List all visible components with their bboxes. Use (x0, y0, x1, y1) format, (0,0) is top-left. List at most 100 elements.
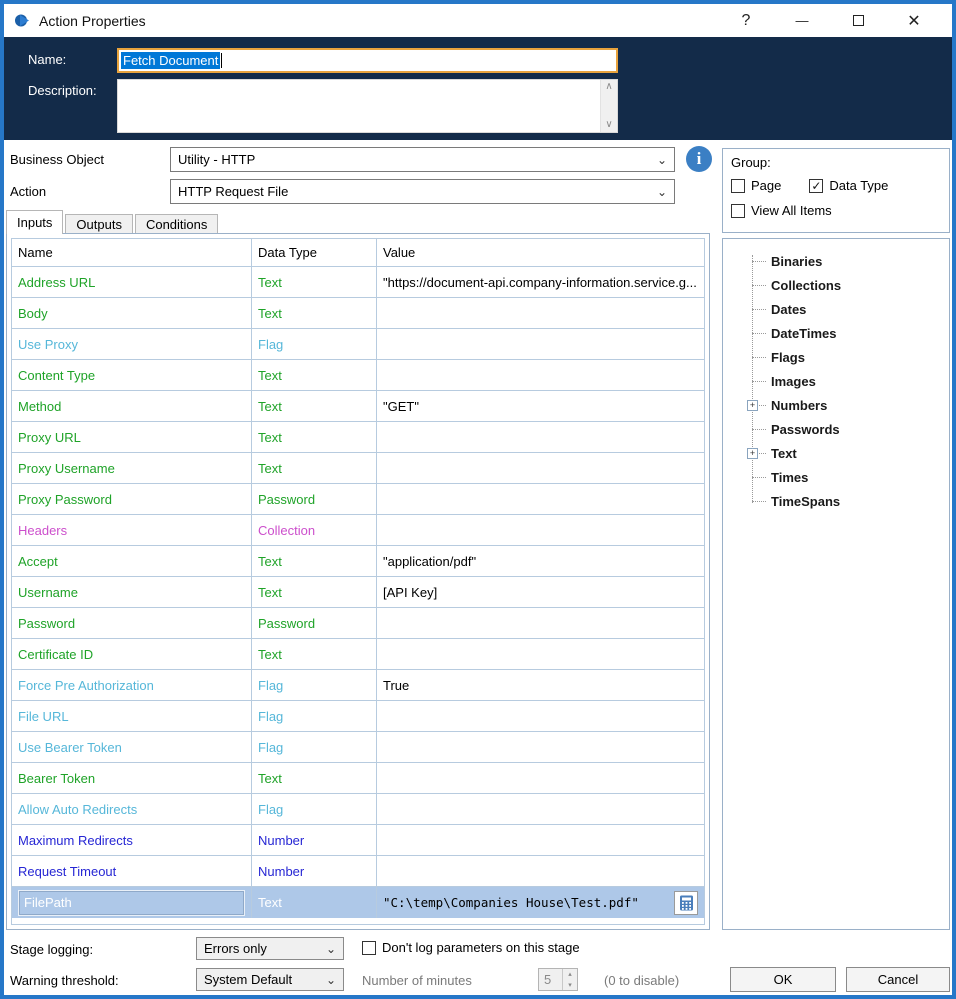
table-row[interactable]: Body Text (12, 298, 704, 329)
param-value[interactable] (377, 360, 704, 390)
param-name[interactable]: Content Type (12, 360, 252, 390)
param-name[interactable]: Accept (12, 546, 252, 576)
param-value[interactable] (377, 763, 704, 793)
table-row[interactable]: Method Text "GET" (12, 391, 704, 422)
tree-item-times[interactable]: Times (735, 465, 949, 489)
param-value[interactable] (377, 329, 704, 359)
help-button[interactable]: ? (718, 7, 774, 35)
spinner-up-icon[interactable]: ▴ (563, 969, 577, 980)
table-row[interactable]: Address URL Text "https://document-api.com… (12, 267, 704, 298)
table-row[interactable]: Accept Text "application/pdf" (12, 546, 704, 577)
expression-editor-icon[interactable] (674, 890, 698, 915)
param-name[interactable]: Maximum Redirects (12, 825, 252, 855)
param-name[interactable]: Use Proxy (12, 329, 252, 359)
param-name[interactable]: File URL (12, 701, 252, 731)
param-name[interactable]: Force Pre Authorization (12, 670, 252, 700)
param-value[interactable] (377, 732, 704, 762)
table-row[interactable]: Request Timeout Number (12, 856, 704, 887)
param-value[interactable] (377, 701, 704, 731)
param-name[interactable]: Method (12, 391, 252, 421)
param-value[interactable]: "GET" (377, 391, 704, 421)
param-name[interactable]: Certificate ID (12, 639, 252, 669)
table-row[interactable]: Force Pre Authorization Flag True (12, 670, 704, 701)
param-value[interactable] (377, 825, 704, 855)
tree-item-dates[interactable]: Dates (735, 297, 949, 321)
param-name[interactable]: Request Timeout (12, 856, 252, 886)
info-icon[interactable]: i (686, 146, 712, 172)
cancel-button[interactable]: Cancel (846, 967, 950, 992)
table-row[interactable]: Username Text [API Key] (12, 577, 704, 608)
description-input[interactable]: ∧ ∨ (117, 79, 618, 133)
param-value[interactable] (377, 794, 704, 824)
table-row[interactable]: Content Type Text (12, 360, 704, 391)
minutes-spinner[interactable]: 5 ▴ ▾ (538, 968, 578, 991)
table-row[interactable]: Password Password (12, 608, 704, 639)
table-row[interactable]: Allow Auto Redirects Flag (12, 794, 704, 825)
tree-item-flags[interactable]: Flags (735, 345, 949, 369)
warning-threshold-select[interactable]: System Default ⌄ (196, 968, 344, 991)
param-name[interactable]: Allow Auto Redirects (12, 794, 252, 824)
param-name[interactable]: Proxy Password (12, 484, 252, 514)
table-row[interactable]: Bearer Token Text (12, 763, 704, 794)
tab-outputs[interactable]: Outputs (65, 214, 133, 234)
checkbox-page[interactable]: Page (731, 178, 781, 193)
minimize-button[interactable]: — (774, 7, 830, 35)
table-row[interactable]: Certificate ID Text (12, 639, 704, 670)
business-object-select[interactable]: Utility - HTTP ⌄ (170, 147, 675, 172)
tab-conditions[interactable]: Conditions (134, 214, 219, 234)
param-value[interactable]: True (377, 670, 704, 700)
checkbox-icon[interactable] (731, 178, 745, 193)
checkbox-icon[interactable] (362, 940, 376, 955)
stage-logging-select[interactable]: Errors only ⌄ (196, 937, 344, 960)
param-name[interactable]: Proxy URL (12, 422, 252, 452)
checkbox-data-type[interactable]: ✓ Data Type (809, 178, 888, 193)
spinner-down-icon[interactable]: ▾ (563, 980, 577, 991)
checkbox-icon[interactable]: ✓ (809, 178, 824, 193)
param-value[interactable] (377, 608, 704, 638)
param-name[interactable]: Headers (12, 515, 252, 545)
param-name[interactable]: Address URL (12, 267, 252, 297)
param-value[interactable] (377, 298, 704, 328)
param-name[interactable]: Proxy Username (12, 453, 252, 483)
filepath-name-box[interactable]: FilePath (18, 889, 245, 916)
checkbox-dont-log-parameters[interactable]: Don't log parameters on this stage (362, 940, 580, 955)
table-row[interactable]: Use Proxy Flag (12, 329, 704, 360)
param-value[interactable]: "https://document-api.company-informatio… (377, 267, 704, 297)
table-row[interactable]: FilePath Text "C:\temp\Companies House\Tes… (12, 887, 704, 918)
scroll-up-icon[interactable]: ∧ (605, 80, 612, 94)
param-value[interactable]: "C:\temp\Companies House\Test.pdf" (377, 887, 704, 918)
table-row[interactable]: Proxy URL Text (12, 422, 704, 453)
scroll-down-icon[interactable]: ∨ (605, 118, 612, 132)
table-row[interactable]: File URL Flag (12, 701, 704, 732)
tree-item-numbers[interactable]: + Numbers (735, 393, 949, 417)
param-value[interactable] (377, 484, 704, 514)
expand-plus-icon[interactable]: + (747, 447, 758, 459)
tree-item-passwords[interactable]: Passwords (735, 417, 949, 441)
param-name[interactable]: Password (12, 608, 252, 638)
param-value[interactable]: "application/pdf" (377, 546, 704, 576)
tree-item-collections[interactable]: Collections (735, 273, 949, 297)
param-name[interactable]: Bearer Token (12, 763, 252, 793)
tree-item-text[interactable]: + Text (735, 441, 949, 465)
param-name[interactable]: Body (12, 298, 252, 328)
param-name[interactable]: Use Bearer Token (12, 732, 252, 762)
tree-item-timespans[interactable]: TimeSpans (735, 489, 949, 513)
param-name[interactable]: FilePath (12, 887, 252, 918)
action-select[interactable]: HTTP Request File ⌄ (170, 179, 675, 204)
tree-item-binaries[interactable]: Binaries (735, 249, 949, 273)
column-header-value[interactable]: Value (377, 239, 704, 266)
description-scrollbar[interactable]: ∧ ∨ (600, 80, 617, 132)
checkbox-icon[interactable] (731, 203, 745, 218)
param-value[interactable] (377, 422, 704, 452)
param-value[interactable] (377, 639, 704, 669)
ok-button[interactable]: OK (730, 967, 836, 992)
param-value[interactable]: [API Key] (377, 577, 704, 607)
maximize-button[interactable] (830, 7, 886, 35)
expand-plus-icon[interactable]: + (747, 399, 758, 411)
param-value[interactable] (377, 515, 704, 545)
name-input[interactable]: Fetch Document (117, 48, 618, 73)
column-header-datatype[interactable]: Data Type (252, 239, 377, 266)
tree-item-images[interactable]: Images (735, 369, 949, 393)
tab-inputs[interactable]: Inputs (6, 210, 64, 234)
table-row[interactable]: Proxy Username Text (12, 453, 704, 484)
